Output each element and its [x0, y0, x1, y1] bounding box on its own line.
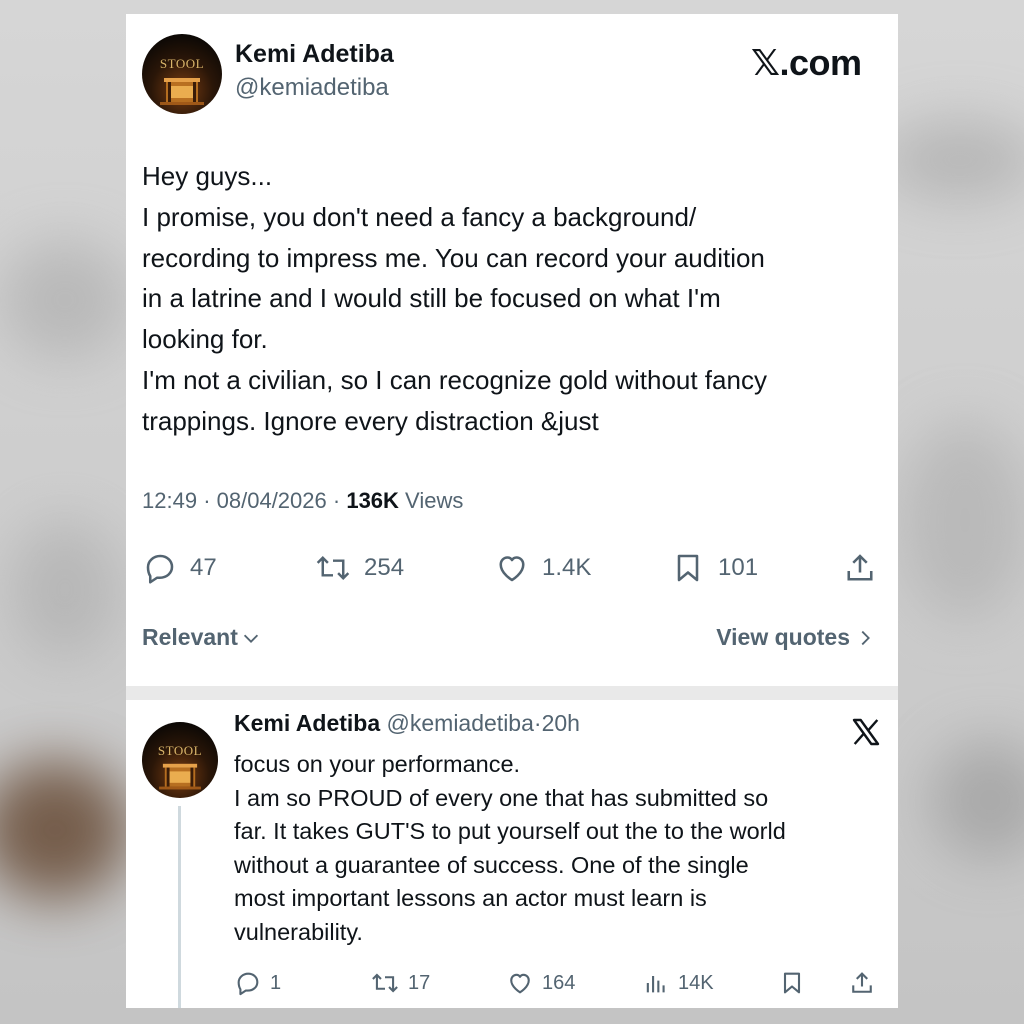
repost-count: 254	[364, 554, 405, 581]
background-blur-blob	[0, 760, 130, 900]
background-blur-blob	[0, 240, 130, 360]
tweet-text-line: Hey guys...	[142, 161, 273, 191]
avatar-stool-image	[159, 763, 201, 790]
chevron-down-icon	[243, 634, 258, 643]
avatar-stool-image	[160, 78, 204, 105]
reply-age[interactable]: 20h	[542, 710, 580, 736]
reply-repost-count: 17	[408, 971, 431, 994]
like-count: 1.4K	[542, 554, 592, 581]
meta-separator: ·	[203, 488, 217, 513]
view-quotes-link[interactable]: View quotes	[716, 624, 876, 651]
reply-author-handle[interactable]: @kemiadetiba	[387, 710, 534, 736]
relevant-dropdown[interactable]: Relevant	[142, 624, 262, 651]
x-logo-icon	[852, 718, 880, 746]
like-icon	[499, 556, 525, 582]
section-divider	[126, 686, 898, 700]
reply-text-line: far. It takes GUT'S to put yourself out …	[234, 818, 786, 845]
reply-text-line: most important lessons an actor must lea…	[234, 885, 707, 912]
tweet-text-line: I promise, you don't need a fancy a back…	[142, 201, 697, 232]
reply-like-button[interactable]: 164	[506, 966, 575, 1000]
reply-count: 47	[190, 554, 217, 581]
tweet-date[interactable]: 08/04/2026	[217, 488, 327, 513]
avatar[interactable]: STOOL	[142, 34, 222, 114]
main-tweet: STOOL Kemi Adetiba @kemiadetiba 𝕏.com He…	[126, 14, 898, 686]
background-blur-blob	[880, 120, 1024, 200]
tweet-text-line: recording to impress me. You can record …	[142, 242, 765, 273]
view-quotes-label: View quotes	[716, 624, 850, 650]
repost-icon	[316, 556, 350, 580]
tweet-text-line: I'm not a civilian, so I can recognize g…	[142, 364, 767, 395]
reply-button[interactable]: 47	[142, 546, 217, 590]
reply-icon	[146, 554, 174, 584]
chevron-right-icon	[861, 630, 870, 645]
reply-views-button[interactable]: 14K	[642, 966, 714, 1000]
views-label: Views	[405, 488, 464, 513]
share-icon	[847, 554, 873, 581]
reply-views-count: 14K	[678, 971, 714, 994]
like-button[interactable]: 1.4K	[494, 546, 591, 590]
tweet-text-line: in a latrine and I would still be focuse…	[142, 283, 721, 314]
reply-like-count: 164	[542, 971, 576, 994]
reply-text-line: vulnerability.	[234, 918, 363, 945]
author-name[interactable]: Kemi Adetiba	[235, 40, 394, 69]
reply-text: focus on your performance. I am so PROUD…	[234, 748, 874, 950]
meta-separator: ·	[332, 488, 347, 513]
tweet-meta: 12:49 · 08/04/2026 · 136K Views	[142, 488, 463, 514]
sort-bar: Relevant View quotes	[126, 624, 898, 660]
tweet-text: Hey guys... I promise, you don't need a …	[142, 156, 882, 442]
bookmark-icon	[783, 972, 801, 994]
tweet-text-line: trappings. Ignore every distraction &jus…	[142, 405, 599, 436]
reply-tweet[interactable]: STOOL Kemi Adetiba @kemiadetiba·20h focu…	[126, 700, 898, 1008]
bookmark-count: 101	[718, 554, 759, 581]
author-handle[interactable]: @kemiadetiba	[235, 74, 389, 102]
reply-text-line: without a guarantee of success. One of t…	[234, 851, 749, 878]
background-blur-blob	[930, 740, 1024, 860]
avatar-logo-text: STOOL	[157, 743, 203, 759]
avatar-logo-text: STOOL	[159, 56, 205, 72]
reply-avatar[interactable]: STOOL	[142, 722, 218, 798]
tweet-card: STOOL Kemi Adetiba @kemiadetiba 𝕏.com He…	[126, 14, 898, 1008]
views-count: 136K	[346, 488, 399, 513]
reply-text-line: I am so PROUD of every one that has subm…	[234, 784, 769, 811]
background-blur-blob	[900, 420, 1024, 620]
x-com-brand: 𝕏.com	[751, 42, 862, 83]
reply-share-button[interactable]	[848, 966, 876, 1000]
reply-header: Kemi Adetiba @kemiadetiba·20h	[234, 710, 580, 737]
tweet-actions: 47 254 1.4K 101	[126, 546, 898, 590]
bookmark-icon	[677, 554, 699, 582]
reply-reply-button[interactable]: 1	[234, 966, 281, 1000]
tweet-text-line: looking for.	[142, 324, 268, 355]
reply-text-line: focus on your performance.	[234, 751, 521, 777]
background-blur-blob	[10, 520, 120, 660]
reply-author-name[interactable]: Kemi Adetiba	[234, 710, 380, 736]
share-icon	[852, 972, 872, 993]
views-icon	[646, 976, 665, 993]
reply-actions: 1 17 164 14K	[126, 966, 898, 1000]
reply-bookmark-button[interactable]	[778, 966, 806, 1000]
like-icon	[510, 973, 530, 994]
bookmark-button[interactable]: 101	[670, 546, 758, 590]
share-button[interactable]	[842, 546, 878, 590]
repost-button[interactable]: 254	[314, 546, 404, 590]
reply-separator: ·	[533, 710, 542, 736]
tweet-time[interactable]: 12:49	[142, 488, 197, 513]
reply-repost-button[interactable]: 17	[370, 966, 430, 1000]
reply-reply-count: 1	[270, 971, 282, 994]
reply-icon	[237, 972, 259, 996]
relevant-label: Relevant	[142, 624, 238, 650]
repost-icon	[372, 973, 398, 993]
